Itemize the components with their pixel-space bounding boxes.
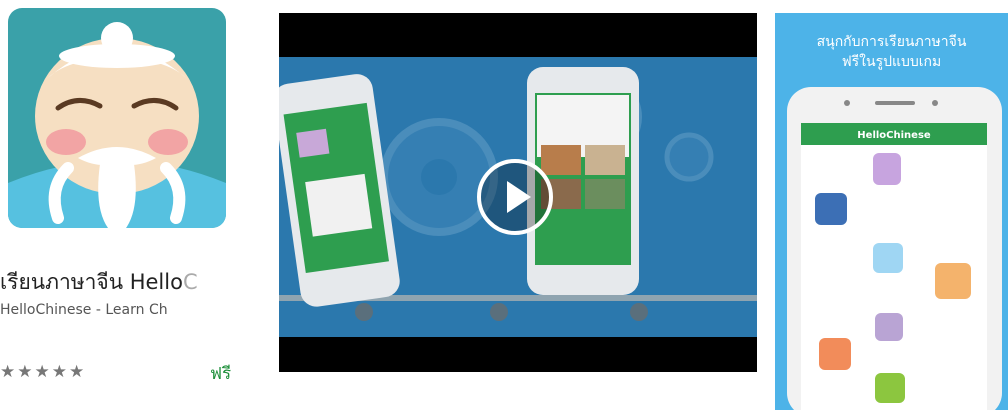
- play-icon: [507, 181, 531, 213]
- app-title[interactable]: เรียนภาษาจีน HelloC: [0, 266, 234, 299]
- screenshot-app-bar-title: HelloChinese: [857, 130, 931, 141]
- promo-text-line-2: ฟรีในรูปแบบเกม: [841, 54, 942, 70]
- app-screenshot[interactable]: สนุกกับการเรียนภาษาจีน ฟรีในรูปแบบเกม He…: [775, 13, 1008, 410]
- price-label[interactable]: ฟรี: [210, 360, 231, 387]
- rating-stars: ★★★★★: [0, 362, 87, 382]
- app-title-text: เรียนภาษาจีน Hello: [0, 270, 183, 294]
- app-icon[interactable]: [8, 8, 226, 228]
- video-preview[interactable]: [279, 13, 757, 372]
- app-title-faded-text: C: [182, 270, 198, 294]
- developer-name[interactable]: HelloChinese - Learn Ch: [0, 302, 230, 318]
- play-button[interactable]: [477, 159, 553, 235]
- app-icon-artwork: [8, 8, 226, 228]
- promo-text-line-1: สนุกกับการเรียนภาษาจีน: [816, 34, 967, 50]
